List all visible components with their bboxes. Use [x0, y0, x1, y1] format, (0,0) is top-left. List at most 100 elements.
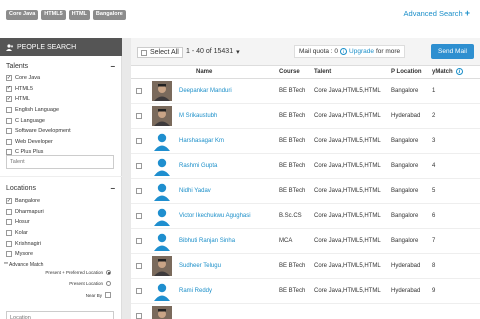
talent-option[interactable]: Web Developer — [6, 137, 114, 148]
course-cell: MCA — [279, 238, 293, 244]
talent-option[interactable]: Software Development — [6, 126, 114, 137]
select-all-control[interactable]: Select All — [137, 47, 183, 58]
advance-option-radio[interactable] — [106, 270, 111, 275]
candidate-name-link[interactable]: Deepankar Manduri — [179, 88, 232, 94]
advance-option-checkbox[interactable] — [105, 292, 111, 298]
match-cell: 8 — [432, 263, 436, 269]
location-option[interactable]: Hosur — [6, 217, 114, 228]
talent-option-checkbox[interactable] — [6, 138, 12, 145]
avatar-icon[interactable] — [152, 156, 172, 176]
candidate-name-link[interactable]: Sudheer Telugu — [179, 263, 221, 269]
location-cell: Bangalore — [391, 238, 419, 244]
row-checkbox[interactable] — [136, 288, 142, 294]
talent-option[interactable]: ✓ HTML5 — [6, 84, 114, 95]
column-header-course[interactable]: Course — [279, 69, 300, 75]
advance-option-label: Near By — [85, 292, 102, 298]
location-option-checkbox[interactable] — [6, 208, 12, 215]
candidate-name-link[interactable]: Nidhi Yadav — [179, 188, 211, 194]
avatar-icon[interactable] — [152, 231, 172, 251]
talent-option[interactable]: ✓ Core Java — [6, 73, 114, 84]
talent-option-checkbox[interactable] — [6, 117, 12, 124]
results-panel: Select All 1 - 40 of 15431 ▾ Mail quota … — [131, 38, 480, 319]
candidate-name-link[interactable]: M Srikaustubh — [179, 113, 217, 119]
profile-photo[interactable] — [152, 81, 172, 101]
talent-option[interactable]: ✓ HTML — [6, 94, 114, 105]
row-checkbox[interactable] — [136, 113, 142, 119]
avatar-icon[interactable] — [152, 131, 172, 151]
talent-option-checkbox[interactable]: ✓ — [6, 85, 12, 92]
active-filter-tags: Core Java HTML5 HTML Bangalore — [6, 10, 126, 20]
location-option[interactable]: ✓ Bangalore — [6, 196, 114, 207]
filter-tag[interactable]: Bangalore — [92, 10, 126, 20]
row-checkbox[interactable] — [136, 263, 142, 269]
location-option-checkbox[interactable] — [6, 240, 12, 247]
select-all-checkbox[interactable] — [141, 49, 147, 56]
collapse-talents-icon[interactable]: − — [110, 62, 115, 71]
location-option[interactable]: Krishnagiri — [6, 238, 114, 249]
column-header-talent[interactable]: Talent — [314, 69, 331, 75]
info-icon[interactable]: i — [340, 48, 348, 55]
profile-photo[interactable] — [152, 306, 172, 319]
send-mail-button[interactable]: Send Mail — [431, 44, 474, 59]
location-option-checkbox[interactable] — [6, 230, 12, 237]
filter-tag[interactable]: HTML — [68, 10, 90, 20]
profile-photo[interactable] — [152, 256, 172, 276]
row-checkbox[interactable] — [136, 213, 142, 219]
results-toolbar: Select All 1 - 40 of 15431 ▾ Mail quota … — [131, 38, 480, 66]
location-option[interactable]: Dharmapuri — [6, 207, 114, 218]
profile-photo[interactable] — [152, 106, 172, 126]
candidate-name-link[interactable]: Bibhuti Ranjan Sinha — [179, 238, 235, 244]
collapse-locations-icon[interactable]: − — [110, 184, 115, 193]
result-range[interactable]: 1 - 40 of 15431 ▾ — [186, 48, 240, 56]
talent-input[interactable] — [6, 155, 114, 169]
talent-option-label: English Language — [15, 107, 60, 114]
advance-option[interactable]: Present + Preferred Location — [45, 270, 111, 275]
row-checkbox[interactable] — [136, 188, 142, 194]
candidate-name-link[interactable]: Harshasagar Km — [179, 138, 224, 144]
row-checkbox[interactable] — [136, 313, 142, 319]
column-header-name[interactable]: Name — [196, 69, 212, 75]
talent-option-checkbox[interactable]: ✓ — [6, 75, 12, 82]
location-option[interactable]: Kolar — [6, 228, 114, 239]
row-checkbox[interactable] — [136, 238, 142, 244]
talent-option[interactable]: C Language — [6, 115, 114, 126]
locations-list: ✓ Bangalore Dharmapuri Hosur Kolar Krishnagir… — [6, 196, 114, 260]
location-option[interactable]: Mysore — [6, 249, 114, 260]
row-checkbox[interactable] — [136, 163, 142, 169]
location-option-checkbox[interactable] — [6, 219, 12, 226]
result-range-label: 1 - 40 of 15431 — [186, 48, 234, 55]
location-option-checkbox[interactable] — [6, 251, 12, 258]
filter-tag[interactable]: HTML5 — [41, 10, 66, 20]
advance-option[interactable]: Near By — [86, 292, 111, 298]
candidate-name-link[interactable]: Victor Ikechukwu Agughasi — [179, 213, 251, 219]
avatar-icon[interactable] — [152, 281, 172, 301]
advance-option-radio[interactable] — [106, 281, 111, 286]
mail-quota-label: Mail quota : 0 — [299, 48, 339, 55]
match-cell: 6 — [432, 213, 436, 219]
avatar-icon[interactable] — [152, 181, 172, 201]
candidate-name-link[interactable]: Rami Reddy — [179, 288, 212, 294]
talent-option-checkbox[interactable] — [6, 128, 12, 135]
avatar-icon[interactable] — [152, 206, 172, 226]
advance-option[interactable]: Present Location — [69, 281, 111, 286]
talent-option[interactable]: English Language — [6, 105, 114, 116]
row-checkbox[interactable] — [136, 138, 142, 144]
info-icon[interactable]: i — [456, 68, 463, 75]
location-option-label: Bangalore — [15, 198, 41, 205]
column-header-location[interactable]: P Location — [391, 69, 422, 75]
upgrade-link[interactable]: Upgrade — [349, 48, 374, 55]
candidate-name-link[interactable]: Rashmi Gupta — [179, 163, 217, 169]
row-checkbox[interactable] — [136, 88, 142, 94]
column-header-match[interactable]: yMatch — [432, 69, 453, 75]
location-option-label: Krishnagiri — [15, 240, 41, 247]
talent-option-checkbox[interactable] — [6, 107, 12, 114]
filter-tag[interactable]: Core Java — [6, 10, 39, 20]
table-row: Rami Reddy BE BTech Core Java,HTML5,HTML Hy… — [131, 279, 480, 304]
advanced-search-link[interactable]: Advanced Search + — [404, 9, 470, 19]
location-input[interactable] — [6, 311, 114, 319]
talent-option-checkbox[interactable]: ✓ — [6, 96, 12, 103]
location-option-checkbox[interactable]: ✓ — [6, 198, 12, 205]
talent-cell: Core Java,HTML5,HTML — [314, 263, 381, 269]
talents-list: ✓ Core Java ✓ HTML5 ✓ HTML English Language C L… — [6, 73, 114, 158]
table-row — [131, 304, 480, 319]
